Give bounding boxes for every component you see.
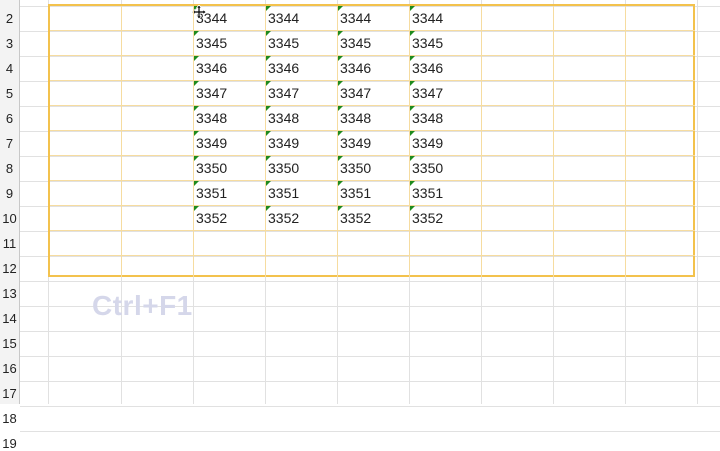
grid-row-line: [20, 431, 720, 432]
selection-row-line: [50, 155, 695, 156]
row-number[interactable]: 8: [0, 161, 19, 176]
table-cell[interactable]: 3350: [412, 156, 443, 181]
table-cell[interactable]: 3345: [412, 31, 443, 56]
table-cell[interactable]: 3344: [340, 6, 371, 31]
grid-row-line: [20, 331, 720, 332]
selection-column-line: [193, 6, 194, 277]
table-cell[interactable]: 3346: [340, 56, 371, 81]
selection-column-line: [265, 6, 266, 277]
table-cell[interactable]: 3345: [196, 31, 227, 56]
row-number[interactable]: 16: [0, 361, 19, 376]
row-number[interactable]: 10: [0, 211, 19, 226]
row-number[interactable]: 19: [0, 436, 19, 451]
selection-row-line: [50, 130, 695, 131]
table-cell[interactable]: 3351: [340, 181, 371, 206]
row-number[interactable]: 17: [0, 386, 19, 401]
row-number[interactable]: 5: [0, 86, 19, 101]
table-cell[interactable]: 3351: [196, 181, 227, 206]
row-header-column: 2 3 4 5 6 7 8 9 10 11 12 13 14 15 16 17 18 19: [0, 0, 20, 451]
row-number[interactable]: 18: [0, 411, 19, 426]
row-number[interactable]: 3: [0, 36, 19, 51]
table-cell[interactable]: 3352: [268, 206, 299, 231]
selection-row-line: [50, 55, 695, 56]
table-cell[interactable]: 3348: [196, 106, 227, 131]
selection-row-line: [50, 30, 695, 31]
table-cell[interactable]: 3346: [268, 56, 299, 81]
table-cell[interactable]: 3347: [196, 81, 227, 106]
grid-row-line: [20, 406, 720, 407]
row-number[interactable]: 12: [0, 261, 19, 276]
row-number[interactable]: 7: [0, 136, 19, 151]
row-number[interactable]: 14: [0, 311, 19, 326]
table-cell[interactable]: 3348: [412, 106, 443, 131]
table-cell[interactable]: 3350: [268, 156, 299, 181]
selection-row-line: [50, 255, 695, 256]
selection-row-line: [50, 205, 695, 206]
table-cell[interactable]: 3347: [412, 81, 443, 106]
selection-row-line: [50, 105, 695, 106]
selection-row-line: [50, 80, 695, 81]
row-number[interactable]: 9: [0, 186, 19, 201]
selection-column-line: [481, 6, 482, 277]
row-number[interactable]: 15: [0, 336, 19, 351]
selection-column-line: [337, 6, 338, 277]
table-cell[interactable]: 3349: [196, 131, 227, 156]
selection-column-line: [121, 6, 122, 277]
table-cell[interactable]: 3349: [412, 131, 443, 156]
selection-column-line: [553, 6, 554, 277]
table-cell[interactable]: 3350: [340, 156, 371, 181]
row-number[interactable]: 2: [0, 11, 19, 26]
table-cell[interactable]: 3351: [268, 181, 299, 206]
table-cell[interactable]: 3348: [340, 106, 371, 131]
selection-column-line: [409, 6, 410, 277]
table-cell[interactable]: 3346: [412, 56, 443, 81]
table-cell[interactable]: 3349: [340, 131, 371, 156]
row-number[interactable]: 13: [0, 286, 19, 301]
selection-range[interactable]: [48, 4, 695, 277]
table-cell[interactable]: 3345: [340, 31, 371, 56]
selection-row-line: [50, 180, 695, 181]
selection-column-line: [625, 6, 626, 277]
row-number[interactable]: 6: [0, 111, 19, 126]
table-cell[interactable]: 3344: [268, 6, 299, 31]
row-number[interactable]: 4: [0, 61, 19, 76]
table-cell[interactable]: 3352: [412, 206, 443, 231]
row-number[interactable]: 11: [0, 236, 19, 251]
table-cell[interactable]: 3347: [268, 81, 299, 106]
table-cell[interactable]: 3350: [196, 156, 227, 181]
table-cell[interactable]: 3344: [412, 6, 443, 31]
grid-row-line: [20, 381, 720, 382]
table-cell[interactable]: 3346: [196, 56, 227, 81]
table-cell[interactable]: 3345: [268, 31, 299, 56]
table-cell[interactable]: 3348: [268, 106, 299, 131]
grid-row-line: [20, 281, 720, 282]
shortcut-hint: Ctrl+F1: [92, 290, 193, 321]
grid-row-line: [20, 356, 720, 357]
table-cell[interactable]: 3352: [196, 206, 227, 231]
grid-column-line: [697, 0, 698, 404]
table-cell[interactable]: 3349: [268, 131, 299, 156]
table-cell[interactable]: 3352: [340, 206, 371, 231]
move-cursor-icon: [192, 5, 206, 19]
table-cell[interactable]: 3351: [412, 181, 443, 206]
table-cell[interactable]: 3347: [340, 81, 371, 106]
selection-row-line: [50, 230, 695, 231]
